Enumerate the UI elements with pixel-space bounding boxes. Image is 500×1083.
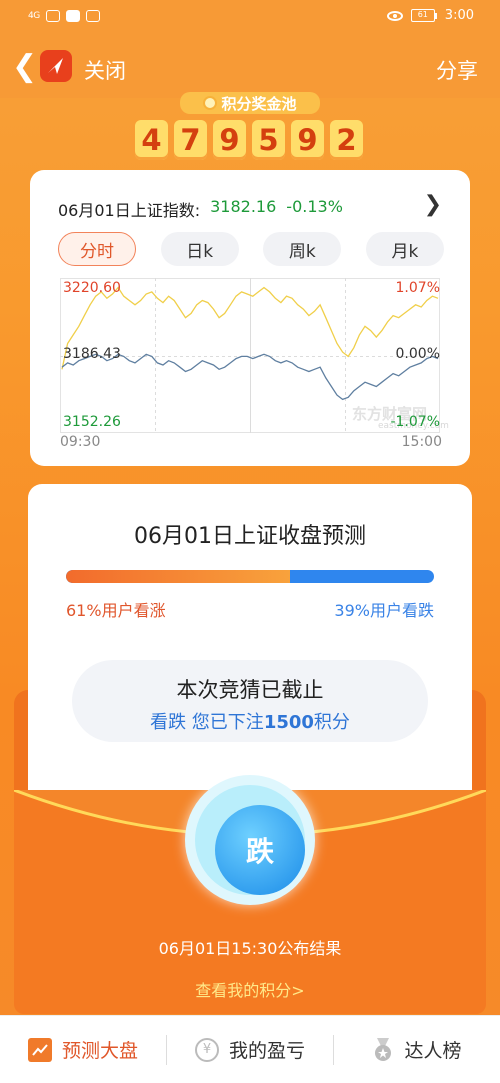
- share-button[interactable]: 分享: [436, 55, 478, 85]
- jackpot-title: 积分奖金池: [180, 92, 320, 114]
- index-value: 3182.16: [210, 197, 277, 216]
- app-logo-icon: [40, 50, 72, 82]
- jackpot-digit: 4: [135, 120, 168, 160]
- jackpot-digit: 9: [213, 120, 246, 160]
- down-percentage: 39%用户看跌: [334, 601, 434, 620]
- close-button[interactable]: 关闭: [84, 55, 126, 85]
- pct-label-high: 1.07%: [395, 280, 440, 296]
- vote-bar-up: [66, 570, 291, 583]
- jackpot-digit: 9: [291, 120, 324, 160]
- jackpot-digits: 4 7 9 5 9 2: [135, 120, 363, 160]
- bet-suffix: 积分: [313, 712, 350, 733]
- nav-predict-market-label: 预测大盘: [61, 1040, 138, 1062]
- y-label-low: 3152.26: [63, 414, 121, 430]
- vote-bar: [66, 570, 434, 583]
- status-bar: 4G 61 3:00: [0, 0, 500, 36]
- pct-label-mid: 0.00%: [395, 346, 440, 362]
- tab-monthly-k[interactable]: 月k: [365, 232, 444, 266]
- envelope-side-left: [14, 690, 28, 800]
- bottom-nav: 预测大盘 ¥ 我的盈亏 达人榜: [0, 1015, 500, 1083]
- trend-chart-icon: [27, 1037, 52, 1062]
- nav-predict-market[interactable]: 预测大盘: [0, 1016, 166, 1083]
- bet-info: 看跌 您已下注1500积分: [72, 708, 428, 734]
- yen-coin-icon: ¥: [194, 1037, 219, 1062]
- nav-leaderboard[interactable]: 达人榜: [334, 1016, 500, 1083]
- index-title: 06月01日上证指数:: [58, 201, 201, 220]
- fall-button-ring: 跌: [185, 775, 315, 905]
- message-icon: [85, 10, 100, 22]
- prediction-title: 06月01日上证收盘预测: [134, 524, 366, 549]
- pct-label-low: -1.07%: [390, 414, 440, 430]
- x-label-end: 15:00: [401, 434, 442, 450]
- fall-button[interactable]: 跌: [215, 805, 305, 895]
- chevron-right-icon[interactable]: ❯: [424, 192, 442, 217]
- clock: 3:00: [444, 8, 474, 23]
- jackpot-digit: 2: [330, 120, 363, 160]
- my-points-link[interactable]: 查看我的积分>: [0, 977, 500, 1001]
- nav-my-profit-loss[interactable]: ¥ 我的盈亏: [167, 1016, 333, 1083]
- result-time: 06月01日15:30公布结果: [158, 939, 342, 958]
- signal-indicator: 4G: [28, 10, 40, 21]
- status-right: 61 3:00: [386, 8, 474, 23]
- battery-icon: 61: [410, 9, 437, 22]
- envelope-side-right: [472, 690, 486, 800]
- up-percentage: 61%用户看涨: [66, 601, 166, 620]
- index-change: -0.13%: [286, 197, 343, 216]
- app-notification-icon: [65, 10, 80, 22]
- tab-daily-k[interactable]: 日k: [160, 232, 239, 266]
- nav-leaderboard-label: 达人榜: [404, 1040, 462, 1062]
- back-arrow-icon[interactable]: ❮: [12, 52, 37, 82]
- nav-bar: ❮ 关闭 分享: [0, 36, 500, 98]
- nav-my-profit-loss-label: 我的盈亏: [228, 1040, 305, 1062]
- jackpot-digit: 5: [252, 120, 285, 160]
- tab-intraday[interactable]: 分时: [58, 232, 136, 266]
- index-card[interactable]: 06月01日上证指数: 3182.16 -0.13% ❯ 分时 日k 周k 月k…: [30, 170, 470, 466]
- jackpot-title-text: 积分奖金池: [221, 94, 297, 113]
- jackpot-digit: 7: [174, 120, 207, 160]
- tab-weekly-k[interactable]: 周k: [263, 232, 342, 266]
- notification-icon: [45, 10, 60, 22]
- guess-closed-box: 本次竞猜已截止 看跌 您已下注1500积分: [72, 660, 428, 742]
- intraday-chart: 东方财富网 eastmoney.com 3220.60 3186.43 3152…: [60, 278, 449, 433]
- guess-closed-text: 本次竞猜已截止: [176, 678, 324, 702]
- medal-icon: [372, 1037, 394, 1062]
- status-left: 4G: [28, 10, 100, 22]
- x-label-start: 09:30: [60, 434, 101, 450]
- chart-tabs: 分时 日k 周k 月k: [58, 232, 444, 266]
- y-label-mid: 3186.43: [63, 346, 121, 362]
- battery-level: 61: [410, 9, 435, 22]
- bet-amount: 1500: [263, 712, 314, 733]
- index-header: 06月01日上证指数: 3182.16 -0.13%: [58, 197, 343, 221]
- bet-prefix: 看跌 您已下注: [150, 712, 264, 733]
- y-label-high: 3220.60: [63, 280, 121, 296]
- eye-icon: [386, 10, 403, 21]
- coin-icon: [203, 96, 218, 110]
